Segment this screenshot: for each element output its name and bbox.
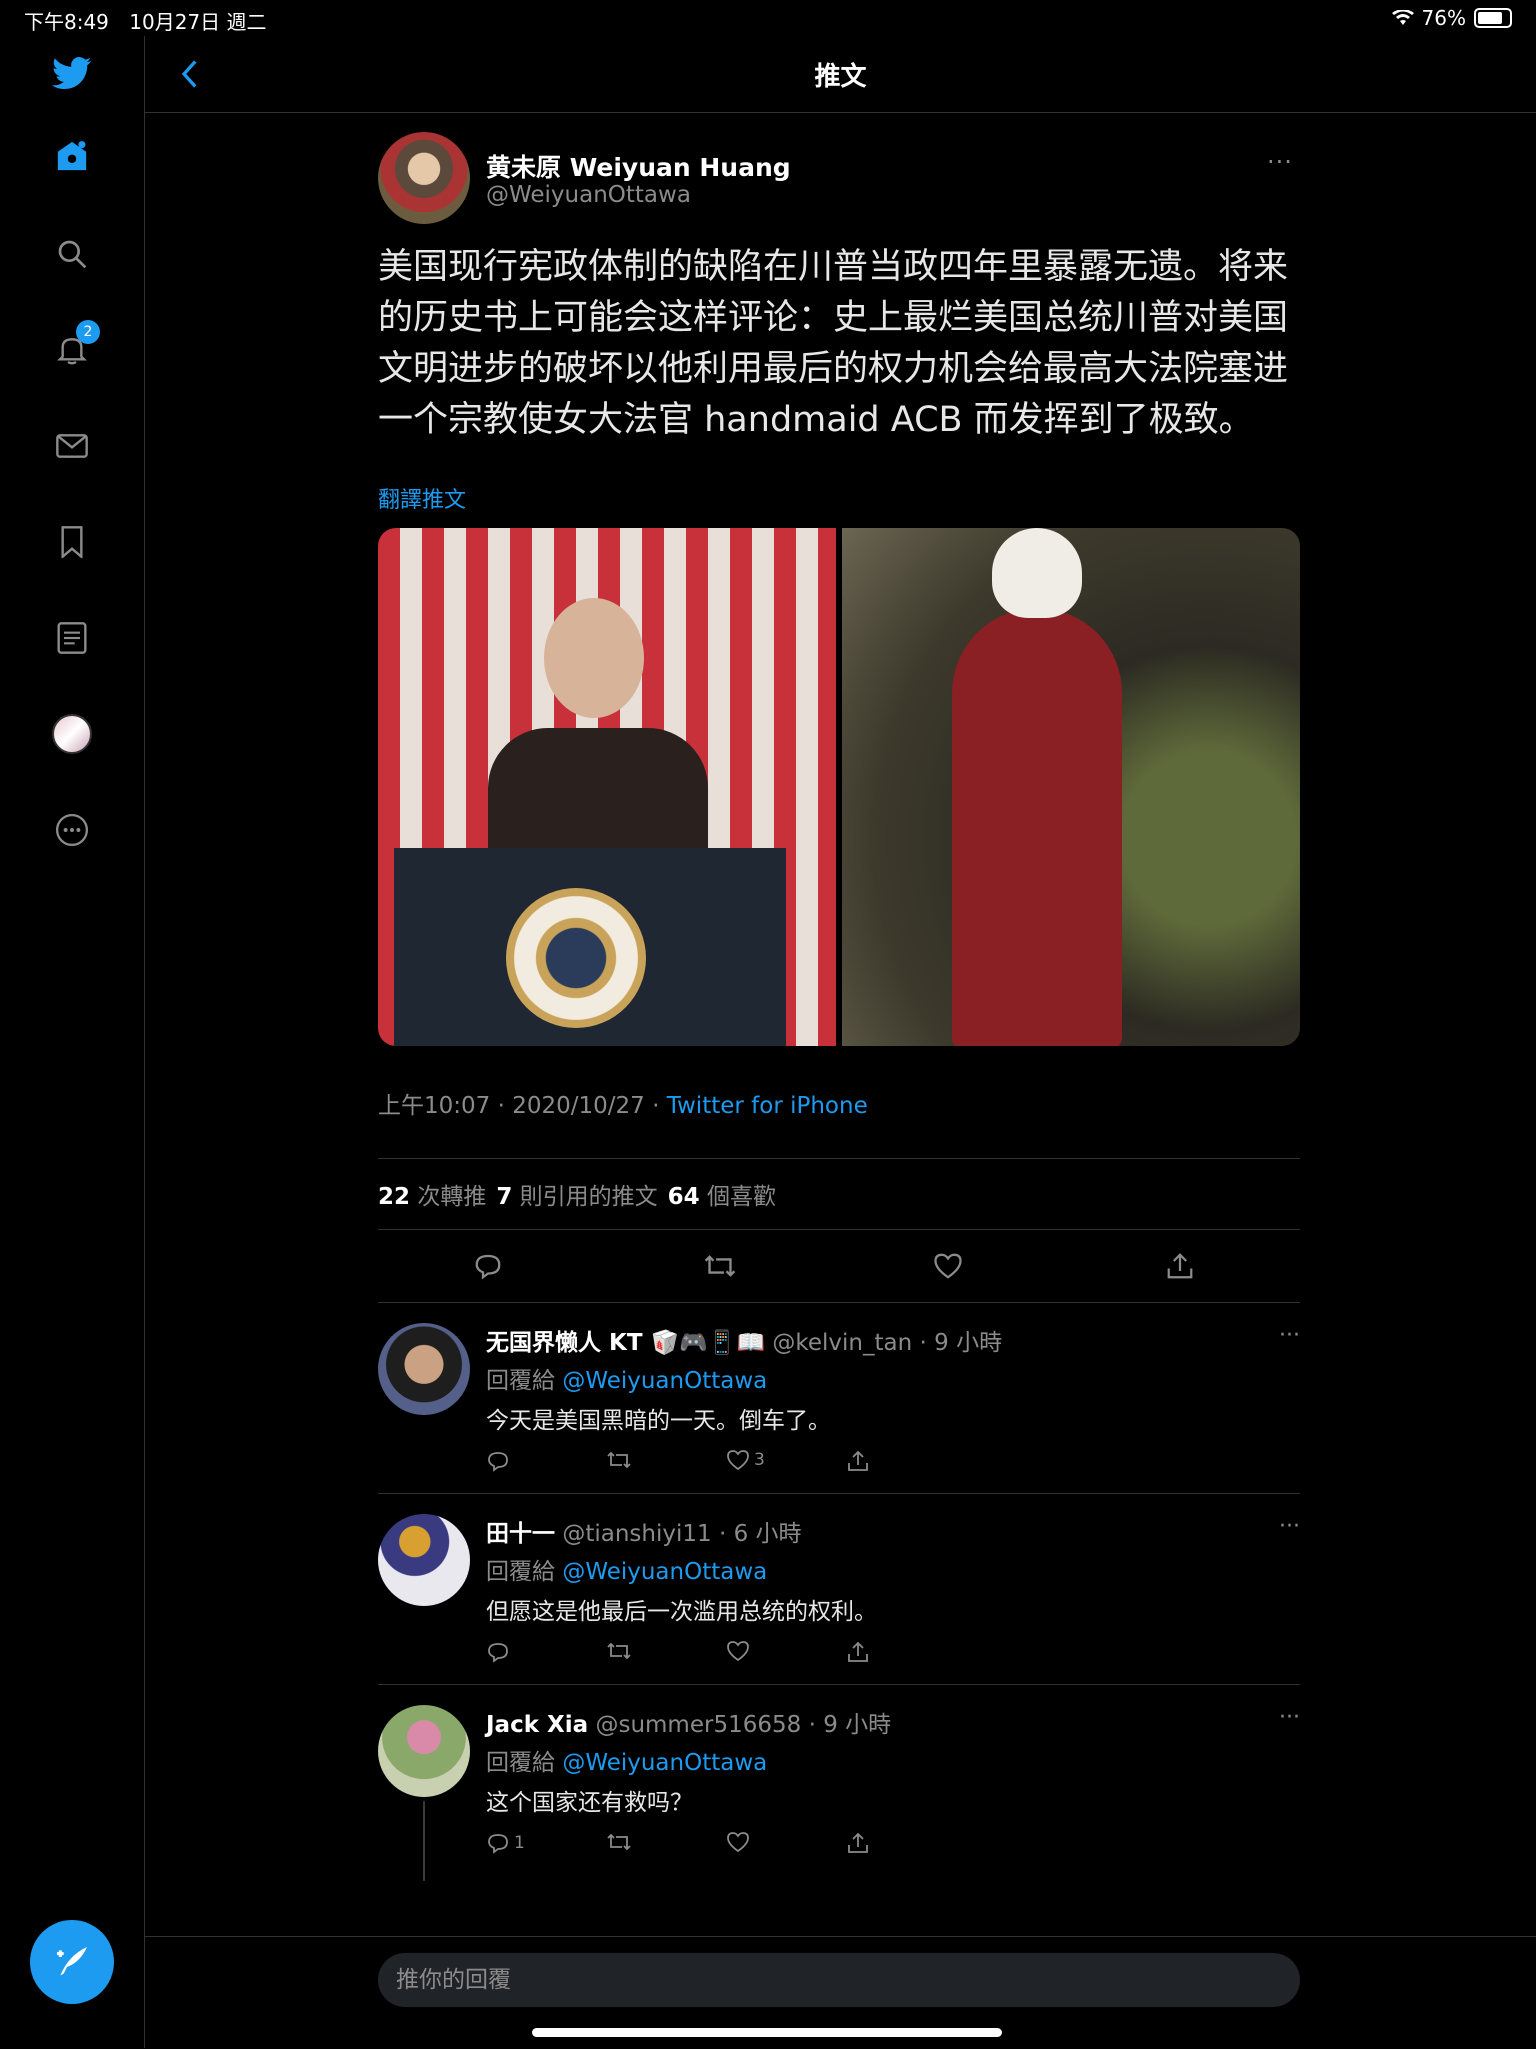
compose-feather-icon bbox=[57, 1947, 87, 1976]
like-icon[interactable] bbox=[930, 1248, 966, 1284]
tweet-meta: 上午10:07 · 2020/10/27 · Twitter for iPhon… bbox=[378, 1086, 1300, 1159]
retweets-stat[interactable]: 22 次轉推 bbox=[378, 1177, 486, 1211]
author-name[interactable]: 黄未原 Weiyuan Huang bbox=[486, 148, 791, 184]
reply-more-icon[interactable]: ··· bbox=[1279, 1514, 1300, 1539]
tweet-actions bbox=[378, 1230, 1300, 1303]
reply-time: 9 小時 bbox=[823, 1712, 892, 1738]
tweet-source-link[interactable]: Twitter for iPhone bbox=[667, 1093, 868, 1119]
battery-percent: 76% bbox=[1421, 6, 1466, 30]
more-menu-icon[interactable] bbox=[48, 806, 96, 854]
reply-actions bbox=[486, 1640, 966, 1670]
tweet-media bbox=[378, 528, 1300, 1046]
reply-like-count: 3 bbox=[754, 1450, 765, 1470]
reply-to-label: 回覆給 bbox=[486, 1750, 555, 1776]
author-handle[interactable]: @WeiyuanOttawa bbox=[486, 182, 691, 208]
reply-reply-icon[interactable] bbox=[486, 1640, 514, 1664]
reply-retweet-icon[interactable] bbox=[606, 1640, 632, 1662]
media-image-handmaid[interactable] bbox=[842, 528, 1300, 1046]
reply-handle[interactable]: @summer516658 bbox=[595, 1712, 801, 1738]
wifi-icon bbox=[1391, 10, 1414, 25]
messages-icon[interactable] bbox=[48, 422, 96, 470]
reply-author-name[interactable]: Jack Xia bbox=[486, 1712, 588, 1738]
reply-like-icon[interactable]: 3 bbox=[726, 1449, 765, 1471]
home-icon[interactable] bbox=[48, 132, 96, 180]
reply-to-label: 回覆給 bbox=[486, 1559, 555, 1585]
reply-to-mention[interactable]: @WeiyuanOttawa bbox=[562, 1368, 767, 1394]
status-bar: 下午8:49 10月27日 週二 76% bbox=[0, 0, 1536, 36]
reply-avatar[interactable] bbox=[378, 1514, 470, 1606]
battery-icon bbox=[1474, 8, 1512, 28]
reply-avatar[interactable] bbox=[378, 1705, 470, 1797]
author-avatar[interactable] bbox=[378, 132, 470, 224]
status-time: 下午8:49 bbox=[24, 10, 109, 34]
reply-item[interactable]: 无国界懒人 KT 🥡🎮📱📖 @kelvin_tan · 9 小時 ··· 回覆給… bbox=[378, 1303, 1300, 1494]
reply-like-icon[interactable] bbox=[726, 1640, 754, 1662]
tweet-stats: 22 次轉推 7 則引用的推文 64 個喜歡 bbox=[378, 1159, 1300, 1230]
reply-item[interactable]: 田十一 @tianshiyi11 · 6 小時 ··· 回覆給 @Weiyuan… bbox=[378, 1494, 1300, 1685]
likes-stat[interactable]: 64 個喜歡 bbox=[668, 1177, 776, 1211]
reply-reply-icon[interactable]: 1 bbox=[486, 1831, 525, 1855]
reply-to-mention[interactable]: @WeiyuanOttawa bbox=[562, 1559, 767, 1585]
home-indicator[interactable] bbox=[532, 2028, 1002, 2037]
reply-time: 9 小時 bbox=[934, 1330, 1003, 1356]
profile-avatar[interactable] bbox=[48, 710, 96, 758]
reply-actions: 3 bbox=[486, 1449, 966, 1479]
sidebar: 2 bbox=[0, 36, 145, 2048]
reply-avatar[interactable] bbox=[378, 1323, 470, 1415]
reply-to-label: 回覆給 bbox=[486, 1368, 555, 1394]
notifications-badge: 2 bbox=[76, 320, 100, 344]
tweet-date: 2020/10/27 bbox=[512, 1093, 645, 1119]
reply-more-icon[interactable]: ··· bbox=[1279, 1705, 1300, 1730]
reply-share-icon[interactable] bbox=[846, 1449, 870, 1473]
retweet-icon[interactable] bbox=[702, 1248, 738, 1284]
reply-actions: 1 bbox=[486, 1831, 966, 1861]
thread-line bbox=[423, 1801, 425, 1881]
reply-author-name[interactable]: 无国界懒人 KT 🥡🎮📱📖 bbox=[486, 1330, 765, 1356]
share-icon[interactable] bbox=[1162, 1248, 1198, 1284]
reply-share-icon[interactable] bbox=[846, 1640, 870, 1664]
tweet-author: 黄未原 Weiyuan Huang @WeiyuanOttawa ··· bbox=[378, 112, 1300, 242]
reply-text: 但愿这是他最后一次滥用总统的权利。 bbox=[486, 1599, 877, 1625]
bookmarks-icon[interactable] bbox=[48, 518, 96, 566]
notifications-icon[interactable]: 2 bbox=[48, 320, 100, 374]
reply-input[interactable]: 推你的回覆 bbox=[378, 1953, 1300, 2007]
reply-handle[interactable]: @tianshiyi11 bbox=[562, 1521, 711, 1547]
compose-tweet-button[interactable] bbox=[30, 1920, 114, 2004]
media-image-podium[interactable] bbox=[378, 528, 836, 1046]
more-options-icon[interactable]: ··· bbox=[1260, 148, 1300, 176]
reply-text: 今天是美国黑暗的一天。倒车了。 bbox=[486, 1408, 831, 1434]
lists-icon[interactable] bbox=[48, 614, 96, 662]
reply-like-icon[interactable] bbox=[726, 1831, 754, 1853]
reply-to-mention[interactable]: @WeiyuanOttawa bbox=[562, 1750, 767, 1776]
translate-tweet-link[interactable]: 翻譯推文 bbox=[378, 482, 1300, 516]
reply-retweet-icon[interactable] bbox=[606, 1449, 632, 1471]
reply-retweet-icon[interactable] bbox=[606, 1831, 632, 1853]
tweet-text: 美国现行宪政体制的缺陷在川普当政四年里暴露无遗。将来的历史书上可能会这样评论：史… bbox=[378, 247, 1289, 440]
tweet-time: 上午10:07 bbox=[378, 1093, 491, 1119]
twitter-logo-icon[interactable] bbox=[48, 50, 96, 98]
reply-reply-icon[interactable] bbox=[486, 1449, 514, 1473]
reply-share-icon[interactable] bbox=[846, 1831, 870, 1855]
reply-more-icon[interactable]: ··· bbox=[1279, 1323, 1300, 1348]
status-date: 10月27日 週二 bbox=[129, 10, 267, 34]
reply-author-name[interactable]: 田十一 bbox=[486, 1521, 555, 1547]
reply-item[interactable]: Jack Xia @summer516658 · 9 小時 ··· 回覆給 @W… bbox=[378, 1685, 1300, 1881]
reply-reply-count: 1 bbox=[514, 1833, 525, 1853]
reply-text: 这个国家还有救吗？ bbox=[486, 1790, 693, 1816]
quotes-stat[interactable]: 7 則引用的推文 bbox=[496, 1177, 657, 1211]
header: 推文 bbox=[145, 36, 1536, 113]
reply-handle[interactable]: @kelvin_tan bbox=[772, 1330, 912, 1356]
presidential-seal-image bbox=[506, 888, 646, 1028]
search-icon[interactable] bbox=[48, 230, 96, 278]
reply-time: 6 小時 bbox=[733, 1521, 802, 1547]
reply-icon[interactable] bbox=[470, 1248, 506, 1284]
page-title: 推文 bbox=[814, 62, 867, 92]
tweet-detail: 黄未原 Weiyuan Huang @WeiyuanOttawa ··· 美国现… bbox=[378, 112, 1300, 1881]
